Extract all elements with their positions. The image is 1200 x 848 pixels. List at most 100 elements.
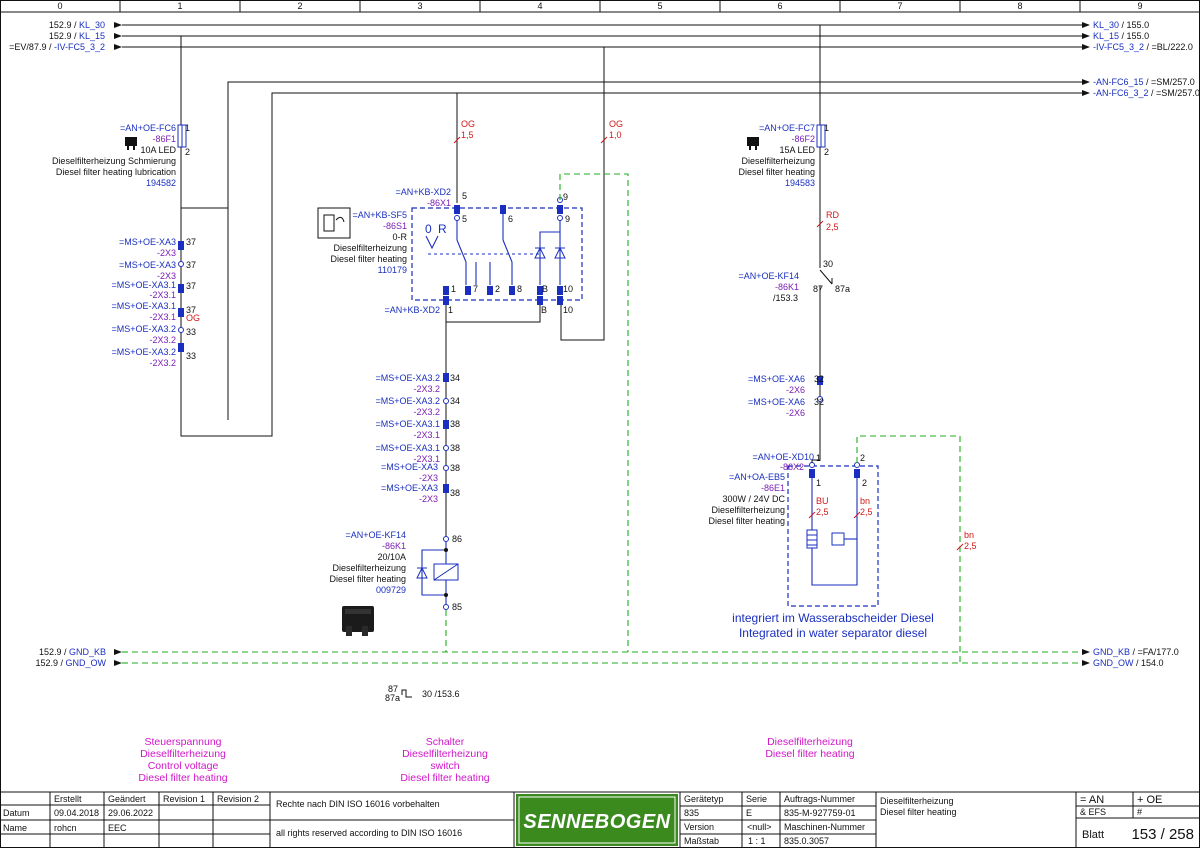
switch-pin: 9 (563, 192, 568, 202)
connector-pin: 38 (450, 419, 460, 429)
switch-lower-pin: 1 (448, 305, 453, 315)
tb-value: 29.06.2022 (108, 808, 153, 818)
switch-lower-pin: 10 (563, 305, 573, 315)
tb-label: Serie (746, 794, 767, 804)
fuse-id: -86F2 (791, 134, 815, 144)
fuse-led-icon (747, 137, 759, 150)
svg-text:GND_KB / =FA/177.0: GND_KB / =FA/177.0 (1093, 647, 1179, 657)
section-label: Diesel filter heating (138, 772, 227, 784)
contact-ref: /153.3 (773, 293, 798, 303)
connector-id: -2X3 (419, 494, 438, 504)
heater-tag: =AN+OA-EB5 (729, 472, 785, 482)
fuse-tag: =AN+OE-FC6 (120, 123, 176, 133)
fuse-desc-de: Dieselfilterheizung Schmierung (52, 156, 176, 166)
bus-name: -IV-FC5_3_2 (54, 42, 105, 52)
bus-ref: / =SM/257.0 (1151, 88, 1200, 98)
bus-name: KL_30 (1093, 20, 1119, 30)
fuse-desc-en: Diesel filter heating lubrication (56, 167, 176, 177)
tb-rights-de: Rechte nach DIN ISO 16016 vorbehalten (276, 799, 440, 809)
bus-name: KL_30 (79, 20, 105, 30)
tb-value: 835 (684, 808, 699, 818)
gnd-ref: 152.9 / (39, 647, 67, 657)
contact-ref-87a: 87a (385, 693, 400, 703)
contact-ref-30: 30 /153.6 (422, 689, 460, 699)
column-number: 7 (897, 1, 902, 11)
connector-tag: =MS+OE-XA3 (381, 483, 438, 493)
section-label: Steuerspannung (144, 736, 221, 748)
connector-id: -2X6 (786, 408, 805, 418)
tb-eq-oe: + OE (1137, 794, 1162, 806)
switch-id: -86S1 (383, 221, 407, 231)
svg-text:-IV-FC5_3_2 / =BL/222.0: -IV-FC5_3_2 / =BL/222.0 (1093, 42, 1193, 52)
svg-text:=EV/87.9 / -IV-FC5_3_2: =EV/87.9 / -IV-FC5_3_2 (9, 42, 105, 52)
fuse-id: -86F1 (152, 134, 176, 144)
gnd-name: GND_OW (66, 658, 107, 668)
connector-id: -2X3 (419, 473, 438, 483)
column-number: 6 (777, 1, 782, 11)
connector-pin: 32 (814, 397, 824, 407)
switch-mode: 0-R (392, 232, 407, 242)
svg-text:KL_15 / 155.0: KL_15 / 155.0 (1093, 31, 1149, 41)
bus-name: -IV-FC5_3_2 (1093, 42, 1144, 52)
gnd-name: GND_OW (1093, 658, 1134, 668)
switch-pin: 5 (462, 214, 467, 224)
connector-pin: 32 (814, 374, 824, 384)
connector-pin: 33 (186, 351, 196, 361)
column-number: 3 (417, 1, 422, 11)
svg-text:-AN-FC6_15 / =SM/257.0: -AN-FC6_15 / =SM/257.0 (1093, 77, 1195, 87)
tb-title-de: Dieselfilterheizung (880, 796, 954, 806)
gnd-ref: / =FA/177.0 (1133, 647, 1179, 657)
connector-tag: =MS+OE-XA3.1 (111, 301, 176, 311)
switch-pin: 8 (517, 284, 522, 294)
logo-text: SENNEBOGEN (523, 811, 670, 833)
switch-pin: 10 (563, 284, 573, 294)
tb-value: 835.0.3057 (784, 836, 829, 846)
fuse-pin: 2 (185, 147, 190, 157)
connector-pin: 34 (450, 373, 460, 383)
wire-color: OG (186, 313, 200, 323)
connector-tag: =MS+OE-XA3.2 (375, 373, 440, 383)
wire-color: RD (826, 210, 839, 220)
tb-header: Erstellt (54, 794, 82, 804)
wire-size: 1,0 (609, 130, 622, 140)
section-label: Schalter (426, 736, 465, 748)
heater-pin: 2 (860, 453, 865, 463)
switch-pin: 6 (508, 214, 513, 224)
bus-ref: / =BL/222.0 (1147, 42, 1193, 52)
tb-value: E (746, 808, 752, 818)
connector-pin: 38 (450, 488, 460, 498)
switch-desc-de: Dieselfilterheizung (333, 243, 407, 253)
svg-text:-AN-FC6_3_2 / =SM/257.0: -AN-FC6_3_2 / =SM/257.0 (1093, 88, 1200, 98)
column-number: 5 (657, 1, 662, 11)
switch-pin: 1 (451, 284, 456, 294)
relay-pin: 86 (452, 534, 462, 544)
connector-id: -2X3.1 (149, 312, 176, 322)
section-label: Dieselfilterheizung (140, 748, 226, 760)
tb-label: Maßstab (684, 836, 719, 846)
connector-id: -2X3 (157, 248, 176, 258)
relay-id: -86K1 (382, 541, 406, 551)
heater-plug-tag: =AN+OE-XD10 (752, 452, 814, 462)
connector-pin: 38 (450, 463, 460, 473)
fuse-desc-de: Dieselfilterheizung (741, 156, 815, 166)
switch-plug-id: -86X1 (427, 198, 451, 208)
tb-value: rohcn (54, 823, 77, 833)
relay-pin: 85 (452, 602, 462, 612)
switch-part: 110179 (378, 265, 407, 275)
fuse-part: 194582 (146, 178, 176, 188)
tb-header: Revision 2 (217, 794, 259, 804)
relay-tag: =AN+OE-KF14 (345, 530, 406, 540)
bus-name: -AN-FC6_15 (1093, 77, 1144, 87)
svg-text:152.9 / KL_15: 152.9 / KL_15 (49, 31, 105, 41)
connector-id: -2X3.1 (413, 430, 440, 440)
switch-pos-0: 0 (425, 222, 432, 236)
tb-label: Name (3, 823, 27, 833)
tb-value: EEC (108, 823, 127, 833)
tb-label: Maschinen-Nummer (784, 822, 865, 832)
heater-desc-de: Dieselfilterheizung (711, 505, 785, 515)
wire-size: 2,5 (860, 507, 873, 517)
switch-desc-en: Diesel filter heating (330, 254, 407, 264)
wire-size: 2,5 (816, 507, 829, 517)
wire-color: bn (964, 530, 974, 540)
fuse-part: 194583 (785, 178, 815, 188)
